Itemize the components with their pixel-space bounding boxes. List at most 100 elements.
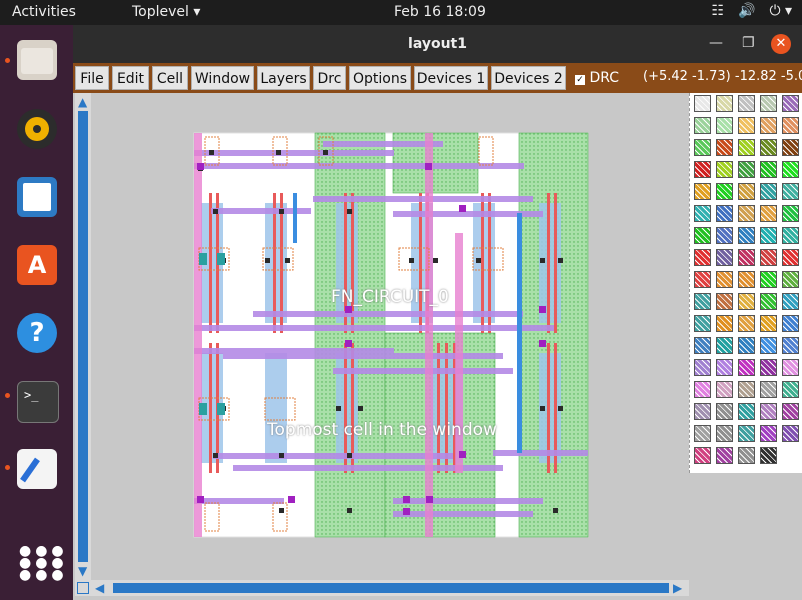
volume-icon[interactable]: 🔊 [738, 3, 755, 19]
layer-swatch[interactable] [760, 271, 777, 288]
layer-swatch[interactable] [760, 293, 777, 310]
layer-swatch[interactable] [760, 381, 777, 398]
layer-swatch[interactable] [760, 161, 777, 178]
menu-options[interactable]: Options [349, 66, 411, 90]
layer-swatch[interactable] [694, 183, 711, 200]
layer-swatch[interactable] [694, 249, 711, 266]
layer-swatch[interactable] [738, 425, 755, 442]
layer-swatch[interactable] [760, 425, 777, 442]
layer-swatch[interactable] [738, 447, 755, 464]
layer-swatch[interactable] [716, 95, 733, 112]
layer-swatch[interactable] [760, 337, 777, 354]
layer-swatch[interactable] [782, 249, 799, 266]
layer-swatch[interactable] [738, 183, 755, 200]
layer-swatch[interactable] [782, 381, 799, 398]
vertical-scrollbar[interactable]: ▲ ▼ [75, 93, 91, 580]
show-applications-icon[interactable]: ●●● ●●● ●●● [17, 543, 64, 583]
menu-drc[interactable]: Drc [313, 66, 346, 90]
layer-swatch[interactable] [738, 271, 755, 288]
layer-swatch[interactable] [760, 95, 777, 112]
layer-swatch[interactable] [782, 205, 799, 222]
layer-swatch[interactable] [716, 425, 733, 442]
scroll-right-icon[interactable]: ▶ [673, 581, 682, 595]
layer-swatch[interactable] [738, 205, 755, 222]
layer-swatch[interactable] [716, 447, 733, 464]
layer-swatch[interactable] [760, 359, 777, 376]
zoom-fit-icon[interactable] [77, 582, 89, 594]
layer-swatch[interactable] [760, 315, 777, 332]
layer-swatch[interactable] [738, 95, 755, 112]
layer-swatch[interactable] [716, 183, 733, 200]
scroll-left-icon[interactable]: ◀ [95, 581, 104, 595]
rhythmbox-icon[interactable] [17, 109, 57, 149]
layer-swatch[interactable] [716, 227, 733, 244]
layer-swatch[interactable] [694, 337, 711, 354]
layer-swatch[interactable] [782, 359, 799, 376]
menu-cell[interactable]: Cell [152, 66, 188, 90]
layer-swatch[interactable] [738, 139, 755, 156]
clock[interactable]: Feb 16 18:09 [394, 4, 486, 20]
layer-swatch[interactable] [760, 183, 777, 200]
maximize-icon[interactable]: ❐ [742, 35, 755, 51]
layer-swatch[interactable] [738, 227, 755, 244]
scroll-up-icon[interactable]: ▲ [78, 95, 87, 109]
layer-swatch[interactable] [716, 161, 733, 178]
horizontal-scrollbar[interactable]: ◀ ▶ [75, 580, 689, 596]
layer-swatch[interactable] [738, 337, 755, 354]
layer-swatch[interactable] [694, 271, 711, 288]
layer-swatch[interactable] [716, 271, 733, 288]
menu-devices-2[interactable]: Devices 2 [491, 66, 566, 90]
window-titlebar[interactable]: layout1 — ❐ ✕ [73, 25, 802, 63]
app-menu-button[interactable]: Toplevel ▾ [132, 4, 200, 20]
layer-swatch[interactable] [738, 293, 755, 310]
menu-layers[interactable]: Layers [257, 66, 310, 90]
layer-swatch[interactable] [694, 161, 711, 178]
menu-edit[interactable]: Edit [112, 66, 149, 90]
layer-swatch[interactable] [716, 337, 733, 354]
terminal-icon[interactable]: >_ [17, 381, 59, 423]
layer-swatch[interactable] [760, 403, 777, 420]
layer-swatch[interactable] [782, 227, 799, 244]
layer-swatch[interactable] [760, 117, 777, 134]
layer-swatch[interactable] [694, 315, 711, 332]
layer-swatch[interactable] [716, 359, 733, 376]
layer-swatch[interactable] [760, 447, 777, 464]
menu-devices-1[interactable]: Devices 1 [414, 66, 488, 90]
layer-swatch[interactable] [782, 403, 799, 420]
layer-swatch[interactable] [716, 117, 733, 134]
layer-swatch[interactable] [694, 403, 711, 420]
layer-swatch[interactable] [694, 359, 711, 376]
horizontal-scroll-thumb[interactable] [113, 583, 669, 593]
layer-swatch[interactable] [782, 139, 799, 156]
layer-swatch[interactable] [760, 139, 777, 156]
layer-swatch[interactable] [782, 315, 799, 332]
layer-swatch[interactable] [716, 249, 733, 266]
layer-swatch[interactable] [782, 95, 799, 112]
layer-swatch[interactable] [738, 249, 755, 266]
layer-swatch[interactable] [760, 205, 777, 222]
layer-swatch[interactable] [782, 117, 799, 134]
vertical-scroll-thumb[interactable] [78, 111, 88, 562]
layer-swatch[interactable] [716, 139, 733, 156]
layer-swatch[interactable] [782, 161, 799, 178]
layer-swatch[interactable] [738, 117, 755, 134]
layer-swatch[interactable] [694, 95, 711, 112]
system-tray[interactable]: ☷ 🔊 ⏻ ▾ [711, 3, 792, 19]
layer-swatch[interactable] [782, 271, 799, 288]
layer-swatch[interactable] [694, 139, 711, 156]
layer-swatch[interactable] [782, 337, 799, 354]
menu-window[interactable]: Window [191, 66, 254, 90]
layer-swatch[interactable] [738, 359, 755, 376]
layer-swatch[interactable] [694, 425, 711, 442]
drc-toggle[interactable]: ✓ DRC [569, 66, 625, 90]
layer-swatch[interactable] [694, 447, 711, 464]
scroll-down-icon[interactable]: ▼ [78, 564, 87, 578]
layer-swatch[interactable] [782, 425, 799, 442]
layer-swatch[interactable] [694, 227, 711, 244]
layer-swatch[interactable] [694, 117, 711, 134]
layer-swatch[interactable] [782, 183, 799, 200]
layer-swatch[interactable] [760, 249, 777, 266]
software-center-icon[interactable]: A [17, 245, 57, 285]
layer-swatch[interactable] [782, 293, 799, 310]
layer-swatch[interactable] [716, 403, 733, 420]
